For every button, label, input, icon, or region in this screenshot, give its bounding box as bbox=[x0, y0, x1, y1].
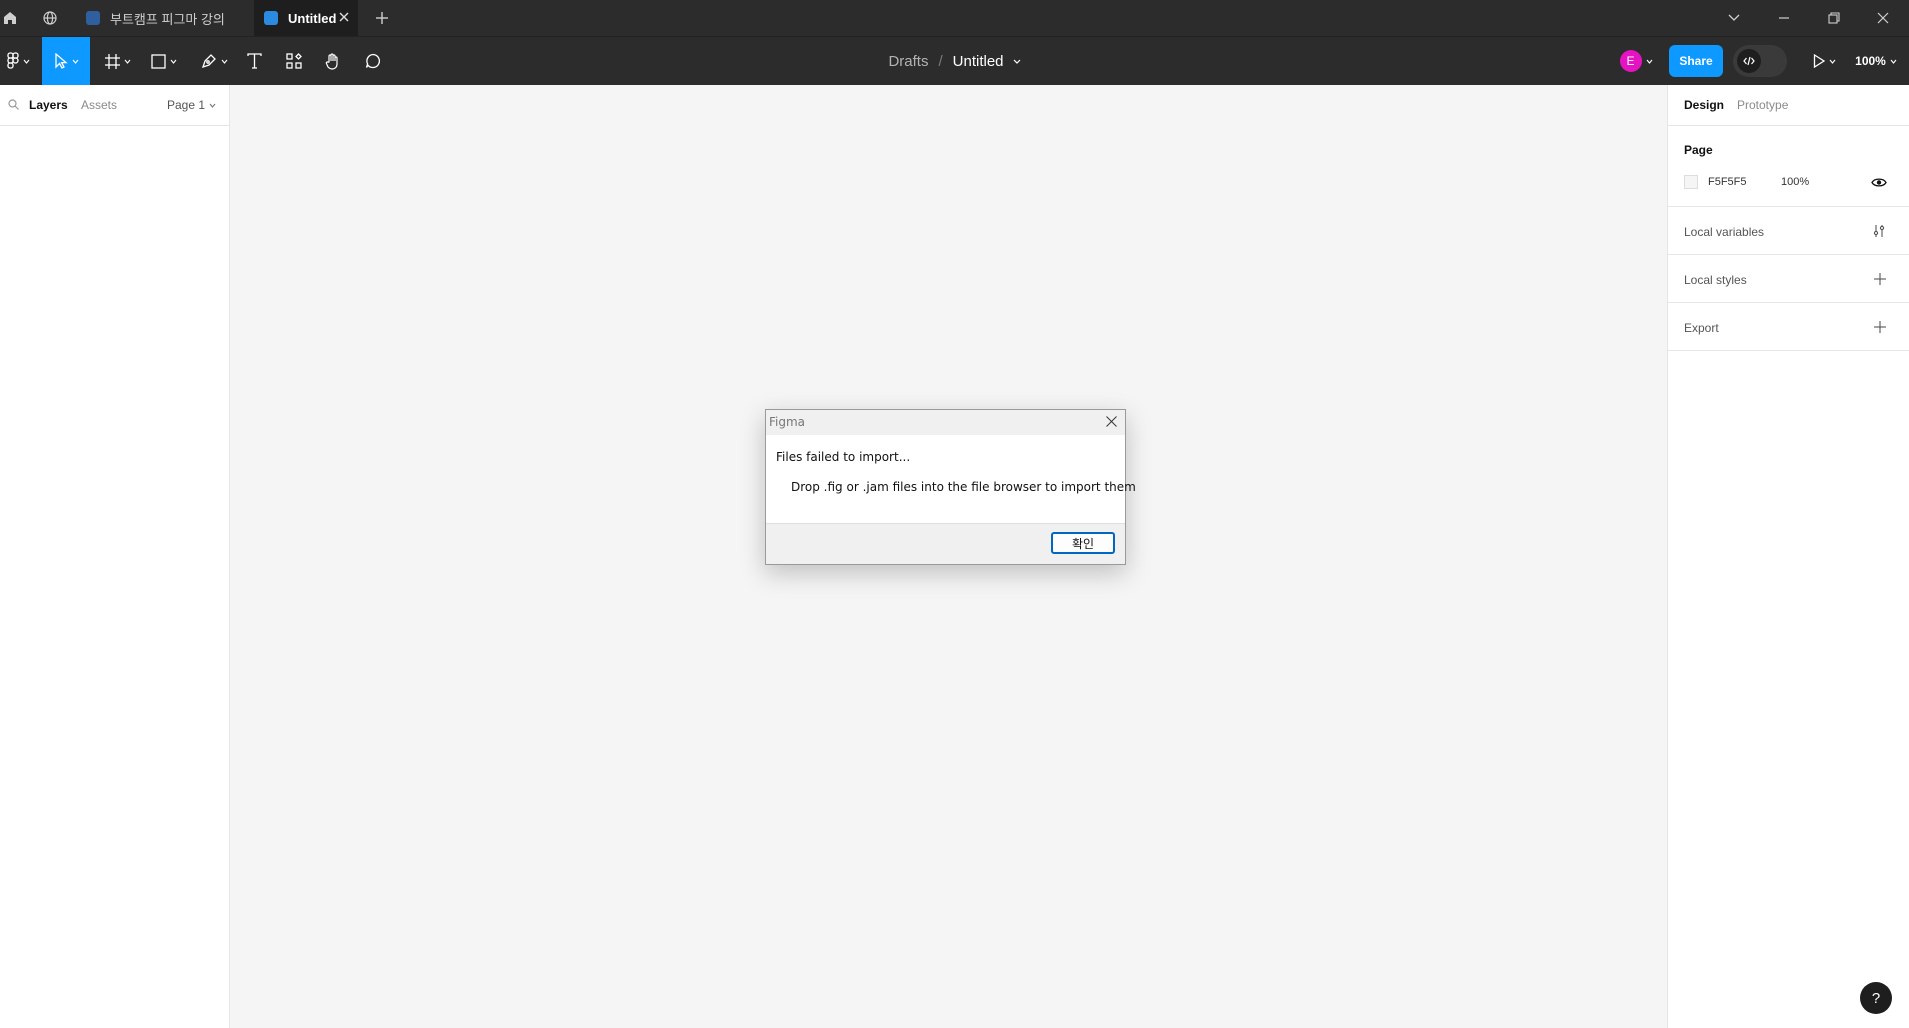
page-selector[interactable]: Page 1 bbox=[167, 98, 216, 112]
dialog-title-bar: Figma bbox=[766, 410, 1125, 435]
search-icon[interactable] bbox=[8, 99, 19, 110]
frame-icon bbox=[105, 53, 120, 69]
components-icon bbox=[286, 53, 302, 69]
left-panel: Layers Assets Page 1 bbox=[0, 85, 230, 1028]
restore-icon[interactable] bbox=[1810, 0, 1858, 36]
export-row: Export bbox=[1668, 303, 1909, 351]
tab-untitled[interactable]: Untitled bbox=[254, 0, 358, 36]
new-tab-icon[interactable] bbox=[372, 8, 392, 28]
page-color-hex[interactable]: F5F5F5 bbox=[1708, 176, 1747, 188]
frame-tool-button[interactable] bbox=[100, 37, 136, 85]
comment-icon bbox=[365, 53, 381, 69]
chevron-down-icon bbox=[1890, 59, 1897, 64]
chevron-down-icon bbox=[1829, 59, 1835, 64]
pen-icon bbox=[201, 54, 216, 69]
import-error-dialog: Figma Files failed to import... Drop .fi… bbox=[765, 409, 1136, 565]
variables-icon[interactable] bbox=[1873, 224, 1885, 238]
chevron-down-icon bbox=[209, 103, 216, 108]
title-bar: 부트캠프 피그마 강의 Untitled bbox=[0, 0, 1909, 36]
left-panel-tabs: Layers Assets Page 1 bbox=[0, 85, 229, 126]
tab-assets[interactable]: Assets bbox=[81, 98, 117, 112]
chevron-down-icon bbox=[170, 59, 177, 64]
tab-label: 부트캠프 피그마 강의 bbox=[110, 11, 225, 27]
eye-icon[interactable] bbox=[1871, 177, 1887, 188]
play-icon bbox=[1813, 54, 1825, 68]
figma-logo-icon bbox=[6, 52, 19, 69]
ok-button[interactable]: 확인 bbox=[1051, 532, 1115, 554]
chevron-down-icon bbox=[72, 59, 78, 64]
cursor-icon bbox=[54, 53, 68, 69]
comment-tool-button[interactable] bbox=[359, 37, 387, 85]
toolbar: Drafts / Untitled E Share 100% bbox=[0, 36, 1909, 85]
page-selector-label: Page 1 bbox=[167, 98, 206, 112]
chevron-down-icon[interactable] bbox=[1013, 59, 1021, 64]
text-icon bbox=[246, 53, 262, 69]
code-icon bbox=[1743, 56, 1755, 66]
dialog-message: Files failed to import... bbox=[776, 450, 911, 464]
dev-mode-toggle[interactable] bbox=[1733, 45, 1787, 77]
export-label: Export bbox=[1684, 321, 1719, 335]
share-button[interactable]: Share bbox=[1669, 45, 1723, 77]
move-tool-button[interactable] bbox=[42, 37, 90, 85]
hand-tool-button[interactable] bbox=[319, 37, 347, 85]
close-icon[interactable] bbox=[1106, 416, 1117, 427]
tab-label: Untitled bbox=[288, 10, 337, 26]
text-tool-button[interactable] bbox=[240, 37, 268, 85]
file-name[interactable]: Untitled bbox=[953, 53, 1004, 70]
home-icon[interactable] bbox=[0, 8, 20, 28]
minimize-icon[interactable] bbox=[1760, 0, 1808, 36]
page-opacity[interactable]: 100% bbox=[1781, 176, 1809, 188]
page-section: Page F5F5F5 100% bbox=[1668, 125, 1909, 207]
hand-icon bbox=[325, 52, 338, 70]
dev-mode-knob bbox=[1737, 49, 1761, 73]
tab-list-icon[interactable] bbox=[1710, 0, 1758, 36]
local-variables-label: Local variables bbox=[1684, 225, 1765, 239]
avatar: E bbox=[1619, 50, 1642, 72]
zoom-menu[interactable]: 100% bbox=[1852, 37, 1900, 85]
resources-button[interactable] bbox=[280, 37, 308, 85]
page-color-swatch[interactable] bbox=[1684, 175, 1698, 189]
pen-tool-button[interactable] bbox=[196, 37, 232, 85]
dialog-title: Figma bbox=[769, 415, 806, 429]
rectangle-icon bbox=[151, 53, 166, 69]
globe-icon[interactable] bbox=[40, 8, 60, 28]
present-button[interactable] bbox=[1808, 37, 1840, 85]
page-heading: Page bbox=[1684, 143, 1713, 157]
dialog-detail: Drop .fig or .jam files into the file br… bbox=[791, 480, 1136, 494]
right-panel: Design Prototype Page F5F5F5 100% Local … bbox=[1667, 85, 1909, 1028]
chevron-down-icon bbox=[221, 59, 227, 64]
multiplayer-avatar[interactable]: E bbox=[1614, 37, 1658, 85]
local-styles-row: Local styles bbox=[1668, 255, 1909, 303]
chevron-down-icon bbox=[23, 59, 29, 64]
help-button[interactable]: ? bbox=[1860, 982, 1892, 1014]
main-menu-button[interactable] bbox=[0, 37, 36, 85]
figma-file-icon bbox=[264, 11, 278, 25]
local-styles-label: Local styles bbox=[1684, 273, 1747, 287]
breadcrumb-drafts[interactable]: Drafts bbox=[888, 53, 928, 70]
chevron-down-icon bbox=[1646, 59, 1652, 64]
tab-prototype[interactable]: Prototype bbox=[1737, 98, 1788, 112]
close-tab-icon[interactable] bbox=[338, 11, 350, 26]
dialog-footer: 확인 bbox=[766, 523, 1125, 564]
tab-layers[interactable]: Layers bbox=[29, 98, 68, 112]
chevron-down-icon bbox=[124, 59, 131, 64]
tab-design[interactable]: Design bbox=[1684, 98, 1724, 112]
right-panel-tabs: Design Prototype bbox=[1668, 85, 1909, 126]
shape-tool-button[interactable] bbox=[146, 37, 182, 85]
add-style-icon[interactable] bbox=[1874, 273, 1886, 285]
zoom-level: 100% bbox=[1855, 54, 1886, 68]
add-export-icon[interactable] bbox=[1874, 321, 1886, 333]
breadcrumb-separator: / bbox=[938, 52, 943, 70]
close-window-icon[interactable] bbox=[1859, 0, 1907, 36]
local-variables-row[interactable]: Local variables bbox=[1668, 207, 1909, 255]
tab-bootcamp[interactable]: 부트캠프 피그마 강의 bbox=[70, 0, 250, 36]
figma-file-icon bbox=[86, 11, 100, 25]
